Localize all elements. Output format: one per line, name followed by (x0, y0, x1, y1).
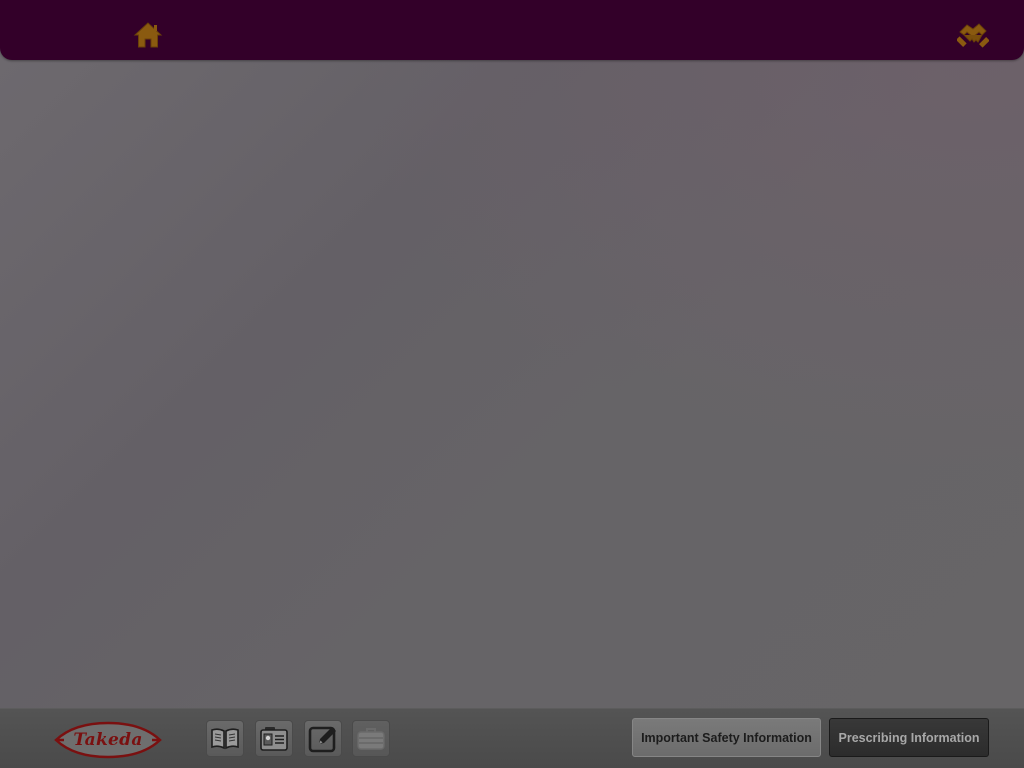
home-button[interactable] (131, 18, 165, 52)
id-card-button[interactable] (255, 720, 293, 757)
briefcase-icon (357, 727, 385, 750)
book-button[interactable] (206, 720, 244, 757)
bottom-toolbar: Takeda Important Safety Information Pres… (0, 708, 1024, 768)
book-icon (211, 727, 239, 749)
important-safety-information-button[interactable]: Important Safety Information (632, 718, 821, 757)
top-header-bar (0, 0, 1024, 60)
handshake-icon (957, 23, 989, 48)
prescribing-information-button[interactable]: Prescribing Information (829, 718, 989, 757)
edit-icon (308, 726, 336, 752)
takeda-logo-text: Takeda (73, 730, 143, 750)
id-card-icon (260, 726, 288, 751)
app-window: Takeda Important Safety Information Pres… (0, 0, 1024, 768)
takeda-logo: Takeda (54, 721, 162, 759)
edit-button[interactable] (304, 720, 342, 757)
main-content-area (0, 0, 1024, 708)
briefcase-button[interactable] (352, 720, 390, 757)
background-tint (0, 0, 1024, 708)
home-icon (133, 22, 163, 48)
partner-button[interactable] (956, 18, 990, 52)
